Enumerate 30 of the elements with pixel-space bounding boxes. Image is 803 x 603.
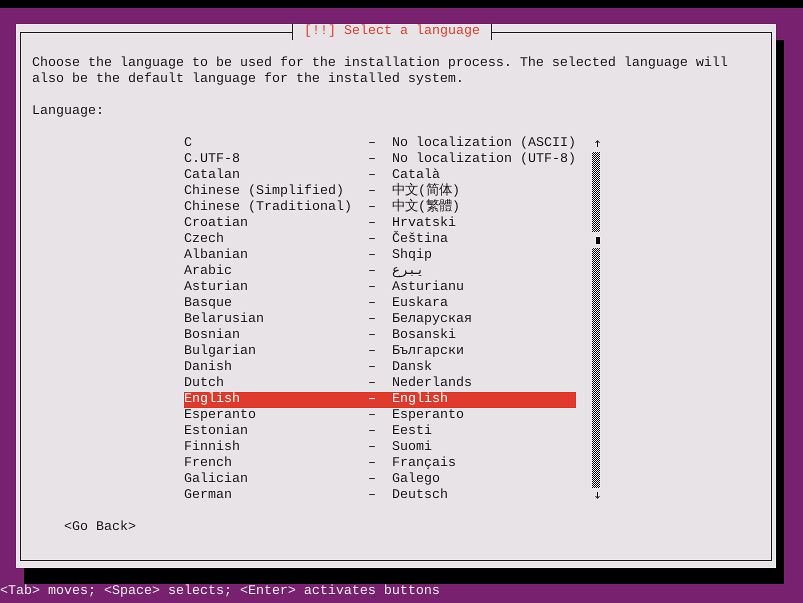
language-option[interactable]: Danish – Dansk — [184, 360, 576, 376]
language-option[interactable]: Bulgarian – Български — [184, 344, 576, 360]
language-option[interactable]: English – English — [184, 392, 576, 408]
arrow-down-icon[interactable] — [595, 492, 600, 499]
language-option[interactable]: Estonian – Eesti — [184, 424, 576, 440]
language-option[interactable]: C.UTF-8 – No localization (UTF-8) — [184, 152, 576, 168]
language-option[interactable]: Albanian – Shqip — [184, 248, 576, 264]
description-text: Choose the language to be used for the installation process. The selected language will also be the default language for the installed system. — [32, 56, 729, 88]
language-option[interactable]: German – Deutsch — [184, 488, 576, 504]
language-option[interactable]: French – Français — [184, 456, 576, 472]
dialog-title: [!!] Select a language — [292, 24, 492, 40]
language-option[interactable]: Esperanto – Esperanto — [184, 408, 576, 424]
language-option[interactable]: Bosnian – Bosanski — [184, 328, 576, 344]
go-back-button[interactable]: <Go Back> — [64, 520, 136, 536]
language-option[interactable]: Belarusian – Беларуская — [184, 312, 576, 328]
language-option[interactable]: Catalan – Català — [184, 168, 576, 184]
language-option[interactable]: Czech – Čeština — [184, 232, 576, 248]
language-option[interactable]: Dutch – Nederlands — [184, 376, 576, 392]
scrollbar-thumb[interactable] — [596, 236, 600, 244]
language-option[interactable]: Basque – Euskara — [184, 296, 576, 312]
language-option[interactable]: Galician – Galego — [184, 472, 576, 488]
language-option[interactable]: Chinese (Traditional) – 中文(繁體) — [184, 200, 576, 216]
key-hint-text: <Tab> moves; <Space> selects; <Enter> activates buttons — [0, 584, 440, 600]
language-option[interactable]: Croatian – Hrvatski — [184, 216, 576, 232]
list-label: Language: — [32, 104, 104, 120]
language-option[interactable]: Finnish – Suomi — [184, 440, 576, 456]
language-option[interactable]: Asturian – Asturianu — [184, 280, 576, 296]
language-option[interactable]: C – No localization (ASCII) — [184, 136, 576, 152]
language-option[interactable]: Chinese (Simplified) – 中文(简体) — [184, 184, 576, 200]
arrow-up-icon[interactable] — [595, 140, 600, 147]
